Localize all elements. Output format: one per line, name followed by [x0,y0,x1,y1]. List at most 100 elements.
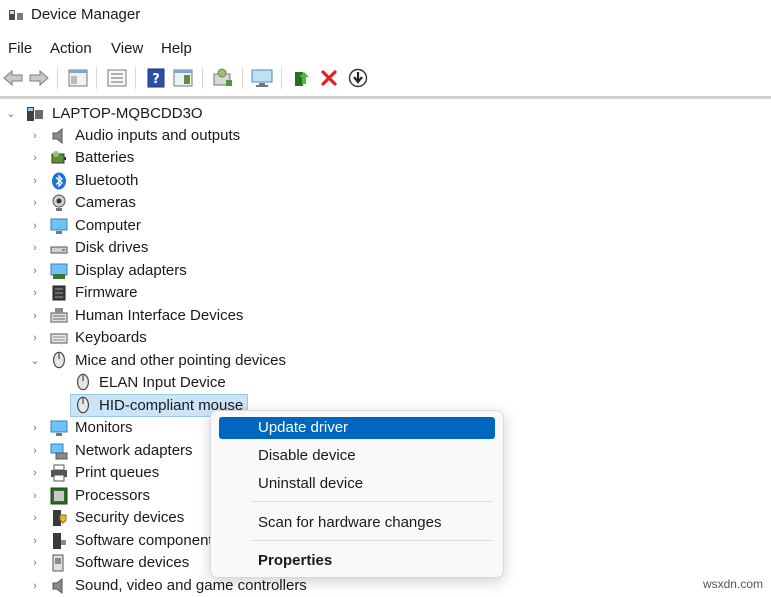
chevron-right-icon[interactable]: › [30,512,40,524]
tree-item-label: Network adapters [75,442,193,459]
tree-item-label: Mice and other pointing devices [75,352,286,369]
tree-item-label: ELAN Input Device [99,374,226,391]
tree-item-elan-input-device[interactable]: ELAN Input Device [0,372,300,394]
scan-hardware-icon[interactable] [212,67,234,89]
properties-panel-icon[interactable] [67,67,89,89]
action-pane-icon[interactable] [172,67,194,89]
toolbar-divider [0,96,771,99]
monitor-icon[interactable] [251,67,273,89]
keyboard-icon [50,333,68,344]
tree-item-label: Software devices [75,554,190,571]
context-menu: Update driver Disable device Uninstall d… [210,410,504,578]
security-device-icon [53,510,67,526]
update-driver-menu-item[interactable]: Update driver [219,417,495,439]
software-device-icon [52,554,64,572]
chevron-right-icon[interactable]: › [30,220,40,232]
tree-item-label: Monitors [75,419,133,436]
chevron-down-icon[interactable]: ⌄ [30,355,40,367]
chevron-down-icon[interactable]: ⌄ [6,108,16,120]
chevron-right-icon[interactable]: › [30,580,40,592]
tree-item-label: Bluetooth [75,172,139,189]
tree-item-firmware[interactable]: › Firmware [0,282,300,304]
chevron-right-icon[interactable]: › [30,265,40,277]
menu-item-label: Update driver [258,419,349,436]
tree-item-batteries[interactable]: › Batteries [0,147,300,169]
tree-item-keyboards[interactable]: › Keyboards [0,327,300,349]
window-title: Device Manager [31,6,141,23]
mouse-icon [77,373,89,391]
menu-bar: File Action View Help [0,37,771,61]
toolbar-separator [57,67,58,89]
chevron-right-icon[interactable]: › [30,467,40,479]
hid-icon [50,308,68,323]
toolbar-separator [242,67,243,89]
tree-root[interactable]: ⌄ LAPTOP-MQBCDD3O [0,103,300,125]
chevron-right-icon[interactable]: › [30,287,40,299]
tree-item-cameras[interactable]: › Cameras [0,192,300,214]
computer-root-icon [27,107,43,121]
mouse-icon [77,396,89,414]
chevron-right-icon[interactable]: › [30,175,40,187]
title-bar: Device Manager [0,0,771,32]
toolbar-separator [135,67,136,89]
menu-help[interactable]: Help [161,40,192,57]
tree-item-label: Sound, video and game controllers [75,577,307,594]
chevron-right-icon[interactable]: › [30,197,40,209]
chevron-right-icon[interactable]: › [30,490,40,502]
tree-item-audio[interactable]: › Audio inputs and outputs [0,125,300,147]
uninstall-device-menu-item[interactable]: Uninstall device [219,473,495,495]
menu-item-label: Uninstall device [258,475,364,492]
watermark: wsxdn.com [702,577,763,591]
tree-item-label: Processors [75,487,151,504]
chevron-right-icon[interactable]: › [30,535,40,547]
toolbar-separator [96,67,97,89]
tree-item-label: Security devices [75,509,185,526]
uninstall-icon[interactable] [318,67,340,89]
tree-item-label: Software component [75,532,213,549]
tree-item-label: Disk drives [75,239,149,256]
printer-icon [51,464,67,482]
menu-view[interactable]: View [111,40,143,57]
update-driver-icon[interactable] [290,67,312,89]
scan-hardware-changes-menu-item[interactable]: Scan for hardware changes [219,512,495,534]
chevron-right-icon[interactable]: › [30,332,40,344]
tree-item-label: Human Interface Devices [75,307,244,324]
forward-icon[interactable] [28,67,50,89]
speaker-icon [52,127,63,145]
network-adapter-icon [50,443,68,460]
properties-menu-item[interactable]: Properties [219,550,495,572]
tree-item-display-adapters[interactable]: › Display adapters [0,260,300,282]
chevron-right-icon[interactable]: › [30,557,40,569]
disable-device-menu-item[interactable]: Disable device [219,445,495,467]
chevron-right-icon[interactable]: › [30,445,40,457]
tree-item-sound-video[interactable]: › Sound, video and game controllers [0,575,310,597]
chevron-right-icon[interactable]: › [30,152,40,164]
menu-item-label: Properties [258,552,333,569]
processor-icon [50,487,68,505]
chevron-right-icon[interactable]: › [30,422,40,434]
toolbar: ? [0,63,771,93]
menu-action[interactable]: Action [50,40,92,57]
tree-item-label: Display adapters [75,262,187,279]
tree-item-bluetooth[interactable]: › Bluetooth [0,170,300,192]
chevron-right-icon[interactable]: › [30,242,40,254]
menu-file[interactable]: File [8,40,32,57]
firmware-icon [52,285,66,301]
download-icon[interactable] [347,67,369,89]
list-view-icon[interactable] [106,67,128,89]
tree-item-hid[interactable]: › Human Interface Devices [0,305,300,327]
bluetooth-icon [52,172,66,190]
tree-item-computer[interactable]: › Computer [0,215,300,237]
chevron-right-icon[interactable]: › [30,130,40,142]
monitor-icon [50,420,68,436]
tree-item-label: Computer [75,217,141,234]
tree-item-label: Batteries [75,149,135,166]
tree-item-label: Audio inputs and outputs [75,127,241,144]
chevron-right-icon[interactable]: › [30,310,40,322]
back-icon[interactable] [2,67,24,89]
software-component-icon [53,533,66,549]
computer-icon [50,218,68,234]
tree-item-mice[interactable]: ⌄ Mice and other pointing devices [0,350,300,372]
help-icon[interactable]: ? [145,67,167,89]
tree-item-disk-drives[interactable]: › Disk drives [0,237,300,259]
